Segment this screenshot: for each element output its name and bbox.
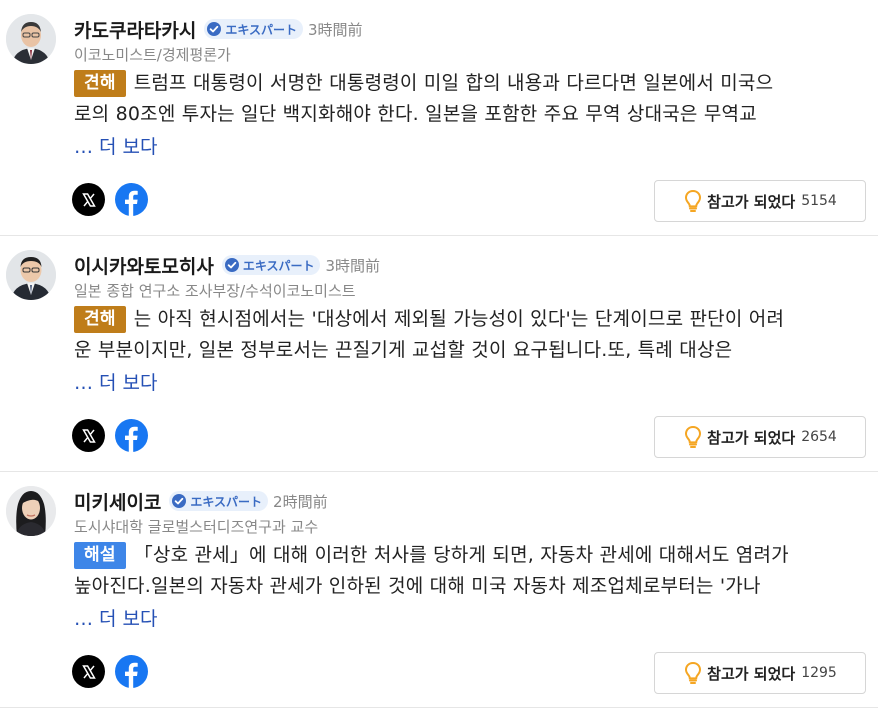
comment-text: 「상호 관세」에 대해 이러한 처사를 당하게 되면, 자동차 관세에 대해서도… bbox=[133, 544, 789, 566]
comment-body: 해설 「상호 관세」에 대해 이러한 처사를 당하게 되면, 자동차 관세에 대해… bbox=[74, 540, 864, 602]
author-name[interactable]: 이시카와토모히사 bbox=[74, 252, 214, 279]
comment-body: 견해 는 아직 현시점에서는 '대상에서 제외될 가능성이 있다'는 단계이므로 … bbox=[74, 304, 864, 366]
read-more-link[interactable]: … 더 보다 bbox=[74, 368, 158, 395]
badge-label: エキスパート bbox=[190, 494, 263, 509]
comment-header: 카도쿠라타카시 エキスパート 3時間前 bbox=[74, 16, 363, 42]
author-title: 이코노미스트/경제평론가 bbox=[74, 46, 231, 64]
x-logo-icon bbox=[81, 192, 96, 207]
expert-comment: 미키세이코 エキスパート 2時間前 도시샤대학 글로벌스터디즈연구과 교수 해설… bbox=[0, 472, 878, 708]
share-facebook-button[interactable] bbox=[115, 419, 148, 452]
badge-label: エキスパート bbox=[225, 22, 298, 37]
expert-badge: エキスパート bbox=[204, 19, 304, 39]
comment-line-2: 높아진다.일본의 자동차 관세가 인하된 것에 대해 미국 자동차 제조업체로부… bbox=[74, 575, 761, 597]
comment-time: 3時間前 bbox=[325, 256, 381, 275]
comment-time: 3時間前 bbox=[308, 20, 363, 39]
verified-check-icon bbox=[172, 494, 187, 508]
comment-body: 견해 트럼프 대통령이 서명한 대통령령이 미일 합의 내용과 다르다면 일본에서… bbox=[74, 68, 864, 130]
facebook-logo-icon bbox=[125, 662, 138, 688]
badge-label: エキスパート bbox=[242, 258, 315, 273]
comment-line-1: 견해 는 아직 현시점에서는 '대상에서 제외될 가능성이 있다'는 단계이므로 … bbox=[74, 304, 864, 335]
comment-text: 는 아직 현시점에서는 '대상에서 제외될 가능성이 있다'는 단계이므로 판단… bbox=[133, 308, 785, 330]
author-title: 도시샤대학 글로벌스터디즈연구과 교수 bbox=[74, 518, 319, 536]
avatar[interactable] bbox=[6, 250, 56, 300]
x-logo-icon bbox=[81, 664, 96, 679]
comment-line-1: 견해 트럼프 대통령이 서명한 대통령령이 미일 합의 내용과 다르다면 일본에서… bbox=[74, 68, 864, 99]
author-name[interactable]: 카도쿠라타카시 bbox=[74, 16, 196, 43]
verified-check-icon bbox=[224, 258, 239, 272]
share-x-button[interactable] bbox=[72, 419, 105, 452]
comment-line-1: 해설 「상호 관세」에 대해 이러한 처사를 당하게 되면, 자동차 관세에 대해… bbox=[74, 540, 864, 571]
helpful-count: 2654 bbox=[801, 429, 837, 445]
avatar[interactable] bbox=[6, 486, 56, 536]
avatar-man-image bbox=[6, 250, 56, 300]
read-more-link[interactable]: … 더 보다 bbox=[74, 132, 158, 159]
facebook-logo-icon bbox=[125, 190, 138, 216]
comment-time: 2時間前 bbox=[273, 492, 328, 511]
helpful-label: 참고가 되었다 bbox=[707, 428, 796, 447]
share-facebook-button[interactable] bbox=[115, 655, 148, 688]
comment-header: 이시카와토모히사 エキスパート 3時間前 bbox=[74, 252, 380, 278]
read-more-link[interactable]: … 더 보다 bbox=[74, 604, 158, 631]
expert-badge: エキスパート bbox=[221, 255, 321, 275]
comment-line-2: 로의 80조엔 투자는 일단 백지화해야 한다. 일본을 포함한 주요 무역 상… bbox=[74, 103, 757, 125]
lightbulb-icon bbox=[685, 661, 702, 684]
verified-check-icon bbox=[207, 22, 222, 36]
comment-line-2: 운 부분이지만, 일본 정부로서는 끈질기게 교섭할 것이 요구됩니다.또, 특… bbox=[74, 339, 733, 361]
explanation-label: 해설 bbox=[74, 542, 126, 569]
helpful-button[interactable]: 참고가 되었다 2654 bbox=[654, 416, 866, 458]
comment-text: 트럼프 대통령이 서명한 대통령령이 미일 합의 내용과 다르다면 일본에서 미… bbox=[133, 72, 774, 94]
opinion-label: 견해 bbox=[74, 70, 126, 97]
helpful-count: 1295 bbox=[801, 665, 837, 681]
share-facebook-button[interactable] bbox=[115, 183, 148, 216]
lightbulb-icon bbox=[685, 425, 702, 448]
helpful-count: 5154 bbox=[801, 193, 837, 209]
avatar-woman-image bbox=[6, 486, 56, 536]
facebook-logo-icon bbox=[125, 426, 138, 452]
avatar-man-image bbox=[6, 14, 56, 64]
author-title: 일본 종합 연구소 조사부장/수석이코노미스트 bbox=[74, 282, 356, 300]
opinion-label: 견해 bbox=[74, 306, 126, 333]
expert-badge: エキスパート bbox=[169, 491, 269, 511]
share-x-button[interactable] bbox=[72, 183, 105, 216]
author-name[interactable]: 미키세이코 bbox=[74, 488, 161, 515]
lightbulb-icon bbox=[685, 189, 702, 212]
avatar[interactable] bbox=[6, 14, 56, 64]
helpful-button[interactable]: 참고가 되었다 1295 bbox=[654, 652, 866, 694]
expert-comment: 카도쿠라타카시 エキスパート 3時間前 이코노미스트/경제평론가 견해 트럼프 대… bbox=[0, 0, 878, 236]
share-x-button[interactable] bbox=[72, 655, 105, 688]
helpful-label: 참고가 되었다 bbox=[707, 664, 796, 683]
comment-header: 미키세이코 エキスパート 2時間前 bbox=[74, 488, 328, 514]
expert-comment: 이시카와토모히사 エキスパート 3時間前 일본 종합 연구소 조사부장/수석이코… bbox=[0, 236, 878, 472]
x-logo-icon bbox=[81, 428, 96, 443]
helpful-button[interactable]: 참고가 되었다 5154 bbox=[654, 180, 866, 222]
helpful-label: 참고가 되었다 bbox=[707, 192, 796, 211]
